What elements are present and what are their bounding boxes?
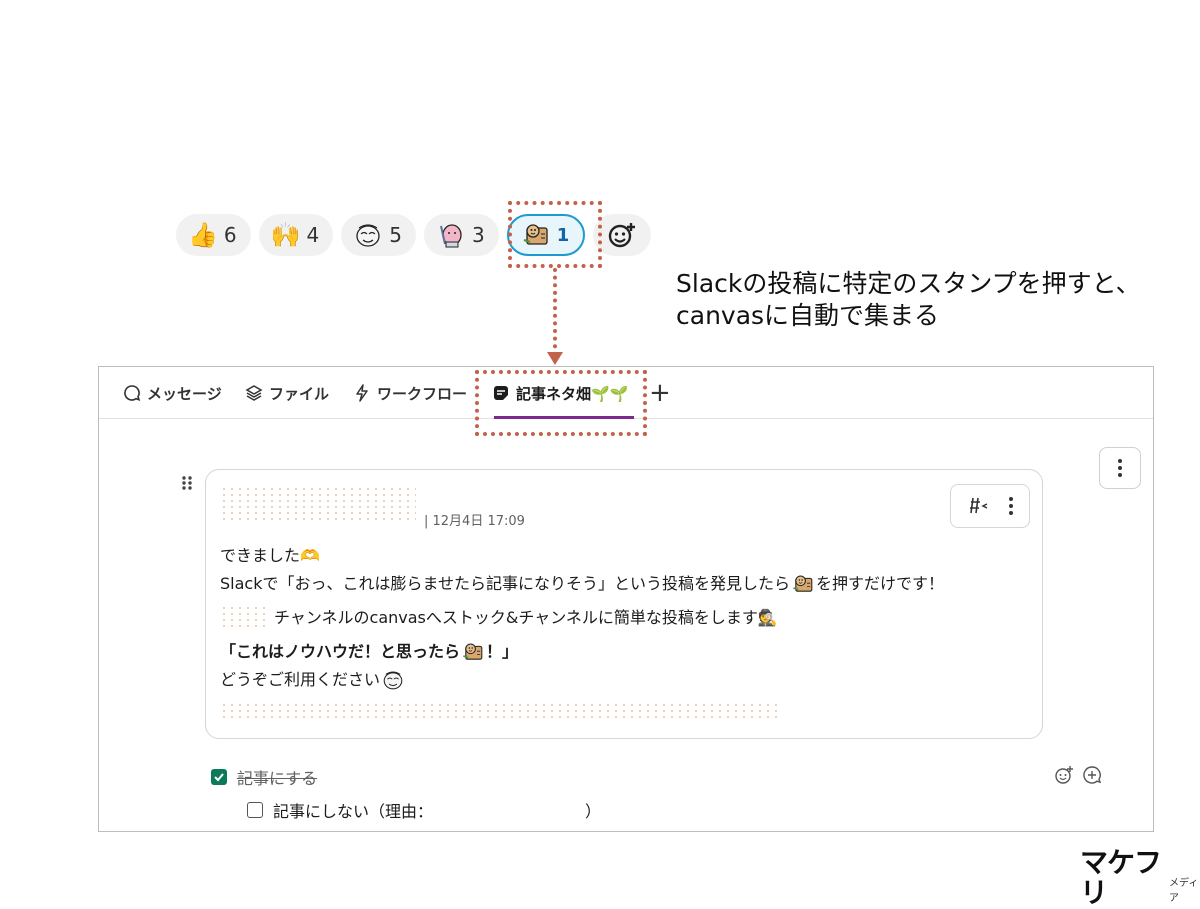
plus-icon: + xyxy=(649,378,671,408)
kebab-icon[interactable] xyxy=(1008,496,1014,516)
thumbs-up-icon: 👍 xyxy=(188,221,218,249)
message-line: チャンネルのcanvasへストック&チャンネルに簡単な投稿をします🕵️ xyxy=(220,604,1028,632)
tab-label: メッセージ xyxy=(147,384,222,403)
message-text: チャンネルのcanvasへストック&チャンネルに簡単な投稿をします🕵️ xyxy=(274,608,778,627)
kebab-icon xyxy=(1118,459,1122,477)
reaction-count: 1 xyxy=(556,224,570,246)
add-reaction-button[interactable] xyxy=(593,214,652,256)
message-line: できました🫶 xyxy=(220,546,320,565)
caption-line-1: Slackの投稿に特定のスタンプを押すと、 xyxy=(676,269,1141,298)
checklist-item-done: 記事にする xyxy=(211,765,317,789)
reaction-count: 6 xyxy=(223,223,237,247)
tab-label: ワークフロー xyxy=(377,384,468,403)
message-timestamp: | 12月4日 17:09 xyxy=(424,514,525,529)
reaction-pink-mascot[interactable]: 3 xyxy=(423,214,499,256)
active-tab-indicator xyxy=(494,416,634,419)
add-comment-icon[interactable] xyxy=(1082,765,1102,785)
logo-text: マケフリ xyxy=(1080,846,1162,909)
notebook-mascot-sticker-icon xyxy=(461,640,485,664)
add-reaction-icon[interactable] xyxy=(1054,765,1074,785)
reaction-raised-hands[interactable]: 🙌 4 xyxy=(258,214,334,256)
caption-line-2: canvasに自動で集まる xyxy=(676,301,940,330)
checklist-item-open: 記事にしない（理由： ） xyxy=(247,798,601,822)
checklist-label: 記事にしない（理由： ） xyxy=(273,802,602,821)
channel-jump-icon[interactable] xyxy=(967,496,989,516)
message-line: Slackで「おっ、これは膨らませたら記事になりそう」という投稿を発見したら を… xyxy=(220,570,1028,598)
message-text: ！」 xyxy=(486,642,519,661)
reaction-count: 3 xyxy=(471,223,485,247)
checklist-label: 記事にする xyxy=(237,769,318,788)
pink-mascot-sticker-icon xyxy=(436,220,466,250)
tab-canvas[interactable]: 記事ネタ畑🌱🌱 xyxy=(492,367,628,419)
makefuri-media-logo: マケフリ メディア xyxy=(1080,848,1200,908)
tab-messages[interactable]: メッセージ xyxy=(123,367,222,419)
redacted-mention xyxy=(220,605,268,631)
message-text: どうぞご利用ください xyxy=(220,670,381,689)
reaction-thumbs-up[interactable]: 👍 6 xyxy=(176,214,251,256)
message-bubble-icon xyxy=(124,385,141,401)
canvas-more-button[interactable] xyxy=(1099,447,1141,489)
channel-panel: メッセージ ファイル ワークフロー 記事ネタ畑🌱🌱 + | 12月4日 17:0… xyxy=(98,366,1154,832)
checkbox-unchecked[interactable] xyxy=(247,802,263,818)
lightning-icon xyxy=(356,384,368,402)
redacted-footer xyxy=(220,702,780,720)
layers-icon xyxy=(245,385,263,401)
caption: Slackの投稿に特定のスタンプを押すと、 canvasに自動で集まる xyxy=(676,268,1141,332)
tab-files[interactable]: ファイル xyxy=(245,367,329,419)
mascot-sticker-icon xyxy=(381,668,405,692)
message-text: 「これはノウハウだ！と思ったら xyxy=(220,642,461,661)
checkbox-checked[interactable] xyxy=(211,769,227,785)
add-tab-button[interactable]: + xyxy=(649,367,671,419)
arrow-connector xyxy=(553,268,557,356)
message-card: | 12月4日 17:09 できました🫶 Slackで「おっ、これは膨らませたら… xyxy=(205,469,1043,739)
message-line: 「これはノウハウだ！と思ったら ！」 xyxy=(220,638,1028,666)
drag-handle-icon[interactable] xyxy=(181,475,193,491)
message-text: Slackで「おっ、これは膨らませたら記事になりそう」という投稿を発見したら xyxy=(220,574,790,593)
notebook-mascot-sticker-icon xyxy=(521,220,551,250)
message-line: どうぞご利用ください xyxy=(220,666,1028,694)
notebook-mascot-sticker-icon xyxy=(791,572,815,596)
message-text: を押すだけです！ xyxy=(816,574,945,593)
arrow-head-icon xyxy=(547,352,563,365)
raised-hands-icon: 🙌 xyxy=(270,221,301,249)
checklist-row-actions xyxy=(1054,765,1102,785)
reaction-count: 4 xyxy=(306,223,320,247)
message-body: できました🫶 Slackで「おっ、これは膨らませたら記事になりそう」という投稿を… xyxy=(220,542,1028,694)
reaction-bar: 👍 6 🙌 4 5 3 1 xyxy=(176,214,652,256)
message-tools xyxy=(950,484,1030,528)
reaction-mascot[interactable]: 5 xyxy=(341,214,416,256)
add-emoji-icon xyxy=(609,223,636,248)
checkmark-icon xyxy=(214,773,224,782)
tab-label: 記事ネタ畑🌱🌱 xyxy=(516,384,629,403)
reaction-count: 5 xyxy=(389,223,402,247)
tab-bar: メッセージ ファイル ワークフロー 記事ネタ畑🌱🌱 + xyxy=(99,367,1153,419)
redacted-author xyxy=(220,486,416,524)
mascot-sticker-icon xyxy=(353,220,383,250)
tab-workflow[interactable]: ワークフロー xyxy=(353,367,467,419)
tab-label: ファイル xyxy=(269,384,330,403)
canvas-icon xyxy=(494,386,508,400)
reaction-notebook-mascot[interactable]: 1 xyxy=(506,214,586,256)
